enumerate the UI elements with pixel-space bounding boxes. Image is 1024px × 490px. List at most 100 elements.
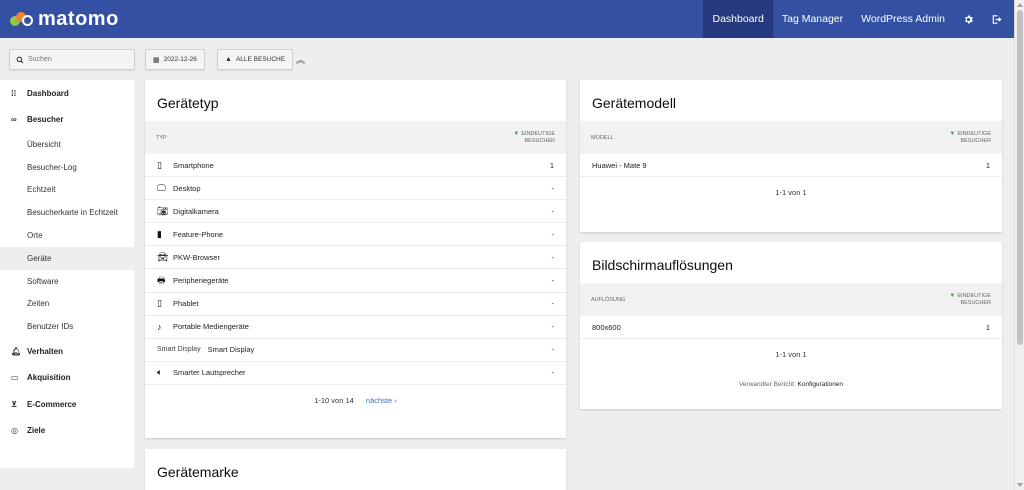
table-header: AUFLÖSUNG ▼ EINDEUTIGE BESUCHER xyxy=(580,283,1002,316)
pagination-info: 1-1 von 1 xyxy=(775,350,807,360)
card-title: Bildschirmauflösungen xyxy=(592,257,733,273)
table-row[interactable]: 📷︎ Digitalkamera - xyxy=(145,200,566,224)
acquisition-icon: ▭ xyxy=(11,373,19,383)
row-label: Portable Mediengeräte xyxy=(173,322,249,332)
nav-tag-manager[interactable]: Tag Manager xyxy=(773,0,852,38)
row-value: 1 xyxy=(985,322,990,332)
sidebar-item-label: Akquisition xyxy=(27,373,71,383)
pagination-info: 1-10 von 14 xyxy=(314,395,354,405)
table-row[interactable]: 🖶︎ Peripheriegeräte - xyxy=(145,269,566,293)
table-row[interactable]: Huawei - Mate 9 1 xyxy=(580,154,1002,178)
sidebar-item-geraete[interactable]: Geräte xyxy=(0,246,134,270)
sort-desc-icon: ▼ xyxy=(949,130,956,137)
pagination: 1-10 von 14 nächste › xyxy=(145,385,566,405)
page-scrollbar[interactable] xyxy=(1014,0,1024,490)
grid-icon: ⁞⁞ xyxy=(11,88,17,98)
row-label: PKW-Browser xyxy=(173,252,220,262)
smartphone-icon: ▯ xyxy=(157,159,162,170)
column-header-unique-visitors[interactable]: ▼ EINDEUTIGE BESUCHER xyxy=(513,131,555,145)
sidebar-item-ecommerce[interactable]: ⊻ E-Commerce xyxy=(0,391,134,418)
sidebar-item-label: Verhalten xyxy=(27,346,64,356)
speaker-icon: 🔈︎ xyxy=(157,367,163,378)
sidebar-item-label: Dashboard xyxy=(27,88,69,98)
table-row[interactable]: ♪ Portable Mediengeräte - xyxy=(145,316,566,339)
next-page-link[interactable]: nächste › xyxy=(366,396,397,405)
row-value: - xyxy=(551,183,555,193)
sidebar-item-echtzeit[interactable]: Echtzeit xyxy=(0,179,134,202)
table-row[interactable]: ▯ Smartphone 1 xyxy=(145,154,566,178)
card-title: Gerätemarke xyxy=(157,464,239,480)
column-header-resolution[interactable]: AUFLÖSUNG xyxy=(591,297,625,303)
column-header-unique-visitors[interactable]: ▼ EINDEUTIGE BESUCHER xyxy=(949,293,991,307)
table-row[interactable]: ▮ Feature-Phone - xyxy=(145,223,566,247)
row-value: - xyxy=(551,345,555,355)
sidebar-item-zeiten[interactable]: Zeiten xyxy=(0,293,134,316)
column-header-model[interactable]: MODELL xyxy=(591,135,614,141)
table-row[interactable]: 800x600 1 xyxy=(580,316,1002,340)
row-label: Phablet xyxy=(173,299,199,309)
sidebar-item-orte[interactable]: Orte xyxy=(0,224,134,247)
table-row[interactable]: ▯ Phablet - xyxy=(145,293,566,316)
sidebar-item-dashboard[interactable]: ⁞⁞ Dashboard xyxy=(0,80,134,107)
related-report-link[interactable]: Konfigurationen xyxy=(798,381,844,388)
matomo-logo-icon xyxy=(10,11,34,27)
sidebar-item-besucher-log[interactable]: Besucher-Log xyxy=(0,156,134,179)
row-label: Peripheriegeräte xyxy=(173,276,229,286)
matomo-logo[interactable]: matomo xyxy=(10,0,119,38)
sidebar-item-verhalten[interactable]: 🔔︎ Verhalten xyxy=(0,338,134,365)
segment-selector-button[interactable]: ▲ ALLE BESUCHE xyxy=(217,49,294,70)
sidebar-item-akquisition[interactable]: ▭ Akquisition xyxy=(0,365,134,392)
sidebar-item-uebersicht[interactable]: Übersicht xyxy=(0,133,134,156)
search-box[interactable] xyxy=(9,49,135,70)
sidebar-item-label: Besucher xyxy=(27,115,64,125)
table-row[interactable]: 🚘︎ PKW-Browser - xyxy=(145,246,566,270)
card-title: Gerätemodell xyxy=(592,95,677,111)
sidebar-item-software[interactable]: Software xyxy=(0,270,134,293)
table-header: MODELL ▼ EINDEUTIGE BESUCHER xyxy=(580,121,1002,154)
row-value: 1 xyxy=(985,160,990,170)
scroll-thumb[interactable] xyxy=(1017,10,1023,345)
segment-label: ALLE BESUCHE xyxy=(235,56,286,63)
table-row[interactable]: 🖵︎ Desktop - xyxy=(145,177,566,201)
logout-icon[interactable] xyxy=(982,0,1010,38)
related-report-prefix: Verwandter Bericht: xyxy=(738,381,796,389)
printer-icon: 🖶︎ xyxy=(157,274,166,285)
table-row[interactable]: 🔈︎ Smarter Lautsprecher - xyxy=(145,362,566,385)
row-value: - xyxy=(551,252,555,262)
date-selector-button[interactable]: ▦ 2022-12-26 xyxy=(145,49,205,70)
table-row[interactable]: Smart Display Smart Display - xyxy=(145,339,566,362)
column-header-unique-visitors[interactable]: ▼ EINDEUTIGE BESUCHER xyxy=(949,131,991,145)
scroll-up-icon[interactable] xyxy=(1017,3,1023,7)
sidebar-item-besucherkarte[interactable]: Besucherkarte in Echtzeit xyxy=(0,201,134,224)
search-input[interactable] xyxy=(28,56,128,63)
pagination-info: 1-1 von 1 xyxy=(775,188,807,198)
sidebar-item-besucher[interactable]: ∞ Besucher xyxy=(0,107,134,134)
sidebar-item-label: Ziele xyxy=(27,426,46,436)
table-header: TYP ▼ EINDEUTIGE BESUCHER xyxy=(145,121,566,154)
screen-resolution-card: Bildschirmauflösungen AUFLÖSUNG ▼ EINDEUT… xyxy=(580,242,1002,409)
cart-icon: ⊻ xyxy=(11,399,18,409)
related-report: Verwandter Bericht: Konfigurationen xyxy=(580,359,1002,388)
phablet-icon: ▯ xyxy=(157,298,162,309)
sidebar-item-label: E-Commerce xyxy=(27,399,77,409)
row-label: Huawei - Mate 9 xyxy=(592,160,647,170)
nav-dashboard[interactable]: Dashboard xyxy=(703,0,773,38)
row-value: - xyxy=(551,276,555,286)
scroll-down-icon[interactable] xyxy=(1017,483,1023,487)
sidebar-item-ziele[interactable]: ◎ Ziele xyxy=(0,418,134,445)
desktop-icon: 🖵︎ xyxy=(157,182,166,193)
bell-icon: 🔔︎ xyxy=(11,346,22,356)
nav-wordpress-admin[interactable]: WordPress Admin xyxy=(852,0,954,38)
collapse-chevron-icon[interactable]: ︽ xyxy=(296,53,305,66)
row-value: 1 xyxy=(549,160,554,170)
segment-icon: ▲ xyxy=(225,56,232,63)
sidebar-item-benutzer-ids[interactable]: Benutzer IDs xyxy=(0,315,134,338)
row-label: Feature-Phone xyxy=(173,229,224,239)
search-icon xyxy=(16,56,24,63)
row-value: - xyxy=(551,206,555,216)
car-icon: 🚘︎ xyxy=(157,251,169,262)
feature-phone-icon: ▮ xyxy=(157,228,162,239)
date-label: 2022-12-26 xyxy=(163,56,197,63)
gear-icon[interactable] xyxy=(954,0,982,38)
column-header-type[interactable]: TYP xyxy=(156,135,167,141)
